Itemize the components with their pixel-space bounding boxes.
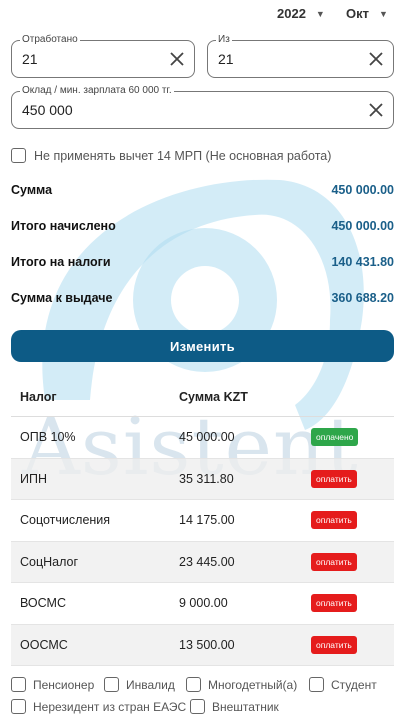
summary-label: Сумма — [11, 183, 53, 197]
total-days-value: 21 — [218, 51, 234, 67]
status-badge-paid: оплачено — [311, 428, 359, 447]
total-days-field[interactable]: Из 21 — [207, 34, 394, 78]
header-tax: Налог — [20, 389, 57, 404]
tax-amount: 35 311.80 — [179, 471, 234, 486]
category-checkbox[interactable] — [11, 699, 26, 714]
clear-icon[interactable] — [368, 102, 384, 118]
year-select[interactable]: 2022 ▼ — [277, 6, 325, 21]
pay-button[interactable]: оплатить — [311, 469, 357, 488]
month-select[interactable]: Окт ▼ — [346, 6, 388, 21]
category-label: Внештатник — [212, 699, 279, 714]
category-checkbox[interactable] — [104, 677, 119, 692]
deduction-label: Не применять вычет 14 МРП (Не основная р… — [34, 148, 332, 163]
tax-amount: 13 500.00 — [179, 637, 235, 652]
deduction-option[interactable]: Не применять вычет 14 МРП (Не основная р… — [11, 148, 331, 163]
table-row: ИПН 35 311.80 оплатить — [11, 458, 394, 500]
tax-amount: 45 000.00 — [179, 430, 235, 445]
category-checkbox[interactable] — [186, 677, 201, 692]
pay-button[interactable]: оплатить — [311, 511, 357, 530]
summary-value: 450 000.00 — [331, 219, 394, 233]
table-header: Налог Сумма KZT — [11, 377, 394, 417]
table-row: ОПВ 10% 45 000.00 оплачено — [11, 417, 394, 459]
tax-name: Соцотчисления — [20, 513, 111, 528]
tax-name: ВОСМС — [20, 596, 66, 611]
worked-days-value: 21 — [22, 51, 38, 67]
tax-amount: 14 175.00 — [179, 513, 235, 528]
salary-field[interactable]: Оклад / мин. зарплата 60 000 тг. 450 000 — [11, 85, 394, 129]
category-checkbox[interactable] — [190, 699, 205, 714]
summary-value: 140 431.80 — [331, 255, 394, 269]
salary-value: 450 000 — [22, 102, 73, 118]
summary-value: 360 688.20 — [331, 291, 394, 305]
category-freelancer[interactable]: Внештатник — [190, 699, 279, 714]
taxes-table: Налог Сумма KZT ОПВ 10% 45 000.00 оплаче… — [11, 377, 394, 666]
clear-icon[interactable] — [368, 51, 384, 67]
year-value: 2022 — [277, 6, 306, 21]
category-label: Инвалид — [126, 677, 175, 692]
category-checkbox[interactable] — [11, 677, 26, 692]
change-button[interactable]: Изменить — [11, 330, 394, 362]
category-label: Студент — [331, 677, 377, 692]
chevron-down-icon: ▼ — [379, 8, 388, 19]
tax-name: ИПН — [20, 471, 47, 486]
summary-row-total: Сумма 450 000.00 — [11, 183, 394, 197]
month-value: Окт — [346, 6, 369, 21]
summary-label: Сумма к выдаче — [11, 291, 113, 305]
deduction-checkbox[interactable] — [11, 148, 26, 163]
category-label: Многодетный(а) — [208, 677, 298, 692]
tax-name: ООСМС — [20, 637, 68, 652]
table-row: Соцотчисления 14 175.00 оплатить — [11, 500, 394, 542]
summary-row-payout: Сумма к выдаче 360 688.20 — [11, 291, 394, 305]
worked-days-field[interactable]: Отработано 21 — [11, 34, 195, 78]
summary-label: Итого на налоги — [11, 255, 111, 269]
tax-name: ОПВ 10% — [20, 430, 76, 445]
category-large-family[interactable]: Многодетный(а) — [186, 677, 297, 692]
table-row: СоцНалог 23 445.00 оплатить — [11, 541, 394, 583]
pay-button[interactable]: оплатить — [311, 552, 357, 571]
pay-button[interactable]: оплатить — [311, 635, 357, 654]
summary-row-accrued: Итого начислено 450 000.00 — [11, 219, 394, 233]
category-student[interactable]: Студент — [309, 677, 377, 692]
category-disabled[interactable]: Инвалид — [104, 677, 175, 692]
category-nonresident[interactable]: Нерезидент из стран ЕАЭС — [11, 699, 186, 714]
category-pensioner[interactable]: Пенсионер — [11, 677, 94, 692]
tax-amount: 9 000.00 — [179, 596, 228, 611]
tax-amount: 23 445.00 — [179, 554, 235, 569]
category-label: Пенсионер — [33, 677, 95, 692]
summary-value: 450 000.00 — [331, 183, 394, 197]
tax-name: СоцНалог — [20, 554, 79, 569]
category-checkbox[interactable] — [309, 677, 324, 692]
header-amount: Сумма KZT — [179, 389, 248, 404]
table-row: ООСМС 13 500.00 оплатить — [11, 624, 394, 666]
clear-icon[interactable] — [169, 51, 185, 67]
pay-button[interactable]: оплатить — [311, 594, 357, 613]
table-row: ВОСМС 9 000.00 оплатить — [11, 583, 394, 625]
chevron-down-icon: ▼ — [315, 8, 325, 19]
summary-label: Итого начислено — [11, 219, 116, 233]
category-label: Нерезидент из стран ЕАЭС — [33, 699, 187, 714]
summary-row-taxes: Итого на налоги 140 431.80 — [11, 255, 394, 269]
